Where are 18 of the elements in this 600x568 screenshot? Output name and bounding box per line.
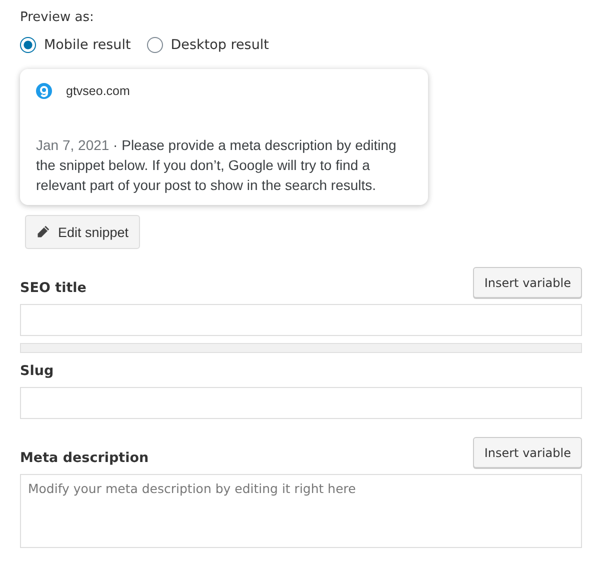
field-label: Meta description <box>20 450 149 468</box>
insert-variable-button[interactable]: Insert variable <box>473 437 582 468</box>
site-logo-icon <box>36 83 52 99</box>
radio-button[interactable] <box>146 37 163 53</box>
input-field[interactable] <box>20 387 582 419</box>
field-label: SEO title <box>20 280 86 298</box>
site-url: gtvseo.com <box>66 84 130 98</box>
radio-button[interactable] <box>20 37 36 53</box>
insert-variable-button[interactable]: Insert variable <box>473 267 582 298</box>
pencil-icon <box>36 225 50 239</box>
radio-label[interactable]: Desktop result <box>170 37 269 53</box>
input-field[interactable] <box>20 304 582 336</box>
radio-label[interactable]: Mobile result <box>44 37 131 53</box>
preview-label: Preview as: <box>20 10 95 25</box>
edit-snippet-button[interactable]: Edit snippet <box>25 215 140 249</box>
snippet-description: Jan 7, 2021 · Please provide a meta description by editing the snippet below. If you don’t, Google will try to find a relevant part of your post to show in the search results. <box>36 136 398 195</box>
field-label: Slug <box>20 363 54 381</box>
text-area[interactable]: Modify your meta description by editing it right here <box>20 474 582 548</box>
